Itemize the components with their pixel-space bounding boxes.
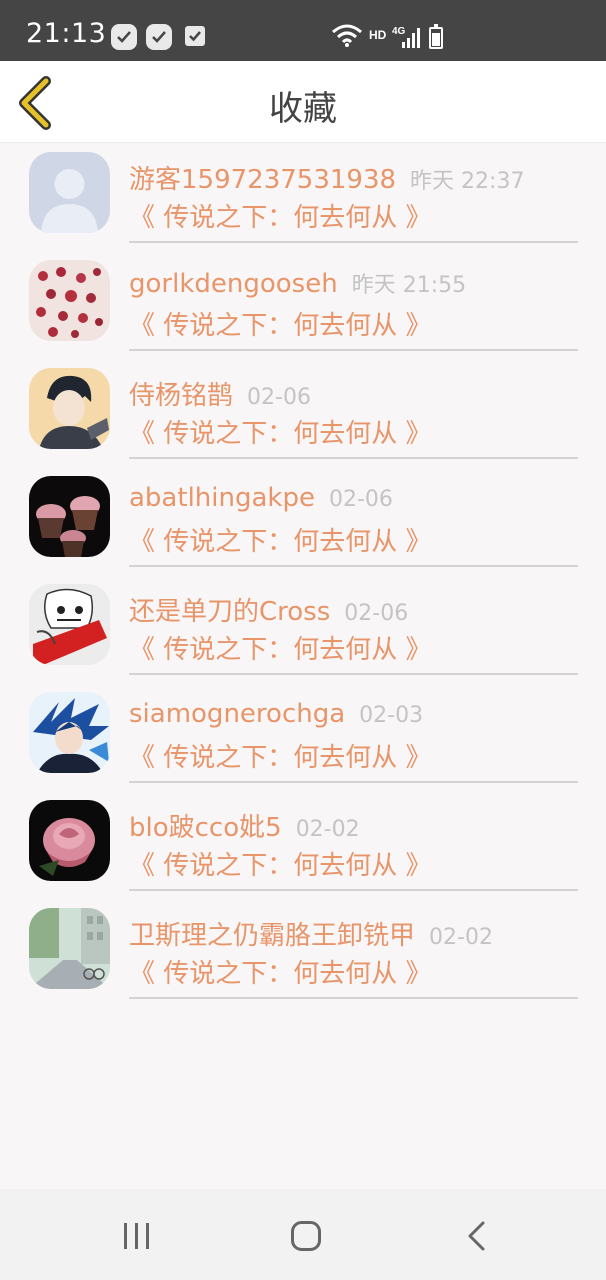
username[interactable]: siamognerochga	[129, 699, 345, 729]
favorite-title[interactable]: 《 传说之下：何去何从 》	[129, 305, 578, 342]
sketch-character-avatar[interactable]	[29, 584, 110, 665]
favorite-title[interactable]: 《 传说之下：何去何从 》	[129, 845, 578, 882]
list-item[interactable]: 卫斯理之仍霸胳王卸铣甲 02-02 《 传说之下：何去何从 》	[0, 899, 606, 1007]
notification-app-icon	[111, 24, 137, 50]
list-item[interactable]: gorlkdengooseh 昨天 21:55 《 传说之下：何去何从 》	[0, 251, 606, 359]
rose-avatar[interactable]	[29, 800, 110, 881]
username[interactable]: blo跛cco妣5	[129, 813, 282, 843]
favorite-title[interactable]: 《 传说之下：何去何从 》	[129, 197, 578, 234]
page-title: 收藏	[269, 89, 337, 129]
notification-app-icon	[146, 24, 172, 50]
svg-text:4G: 4G	[392, 26, 406, 37]
favorites-list: 游客1597237531938 昨天 22:37 《 传说之下：何去何从 》 go…	[0, 143, 606, 1007]
list-item[interactable]: siamognerochga 02-03 《 传说之下：何去何从 》	[0, 683, 606, 791]
divider	[129, 781, 578, 783]
navigation-bar	[0, 1189, 606, 1280]
list-item[interactable]: 还是单刀的Cross 02-06 《 传说之下：何去何从 》	[0, 575, 606, 683]
app-header: 收藏	[0, 61, 606, 143]
status-bar: 21:13 HD 4G	[0, 0, 606, 61]
list-item[interactable]: 侍杨铭鹊 02-06 《 传说之下：何去何从 》	[0, 359, 606, 467]
divider	[129, 349, 578, 351]
cupcakes-avatar[interactable]	[29, 476, 110, 557]
divider	[129, 673, 578, 675]
back-icon[interactable]	[466, 1220, 488, 1252]
username[interactable]: abatlhingakpe	[129, 483, 315, 513]
street-scene-avatar[interactable]	[29, 908, 110, 989]
username[interactable]: 还是单刀的Cross	[129, 597, 330, 627]
favorite-title[interactable]: 《 传说之下：何去何从 》	[129, 953, 578, 990]
wifi-icon	[332, 24, 362, 47]
divider	[129, 565, 578, 567]
timestamp: 昨天 22:37	[410, 169, 525, 194]
cherry-blossom-avatar[interactable]	[29, 260, 110, 341]
anime-boy-avatar[interactable]	[29, 368, 110, 449]
network-hd-label: HD	[369, 28, 387, 42]
battery-icon	[429, 24, 443, 49]
list-item[interactable]: blo跛cco妣5 02-02 《 传说之下：何去何从 》	[0, 791, 606, 899]
timestamp: 昨天 21:55	[351, 273, 467, 298]
divider	[129, 997, 578, 999]
favorite-title[interactable]: 《 传说之下：何去何从 》	[129, 413, 578, 450]
timestamp: 02-02	[429, 925, 493, 950]
favorite-title[interactable]: 《 传说之下：何去何从 》	[129, 629, 578, 666]
divider	[129, 889, 578, 891]
timestamp: 02-06	[328, 487, 393, 512]
list-item[interactable]: 游客1597237531938 昨天 22:37 《 传说之下：何去何从 》	[0, 143, 606, 251]
list-item[interactable]: abatlhingakpe 02-06 《 传说之下：何去何从 》	[0, 467, 606, 575]
blue-hair-anime-avatar[interactable]	[29, 692, 110, 773]
home-icon[interactable]	[290, 1220, 322, 1252]
username[interactable]: 游客1597237531938	[129, 165, 396, 195]
favorite-title[interactable]: 《 传说之下：何去何从 》	[129, 737, 578, 774]
divider	[129, 457, 578, 459]
timestamp: 02-06	[344, 601, 409, 626]
status-time: 21:13	[26, 18, 107, 49]
timestamp: 02-02	[295, 817, 360, 842]
username[interactable]: gorlkdengooseh	[129, 269, 338, 299]
username[interactable]: 卫斯理之仍霸胳王卸铣甲	[129, 921, 415, 951]
username[interactable]: 侍杨铭鹊	[129, 381, 233, 411]
timestamp: 02-03	[359, 703, 424, 728]
default-user-avatar[interactable]	[29, 152, 110, 233]
timestamp: 02-06	[247, 385, 311, 410]
favorite-title[interactable]: 《 传说之下：何去何从 》	[129, 521, 578, 558]
divider	[129, 241, 578, 243]
checkbox-notification-icon	[185, 26, 205, 46]
signal-icon: 4G	[392, 26, 420, 48]
recent-apps-icon[interactable]	[122, 1221, 152, 1251]
